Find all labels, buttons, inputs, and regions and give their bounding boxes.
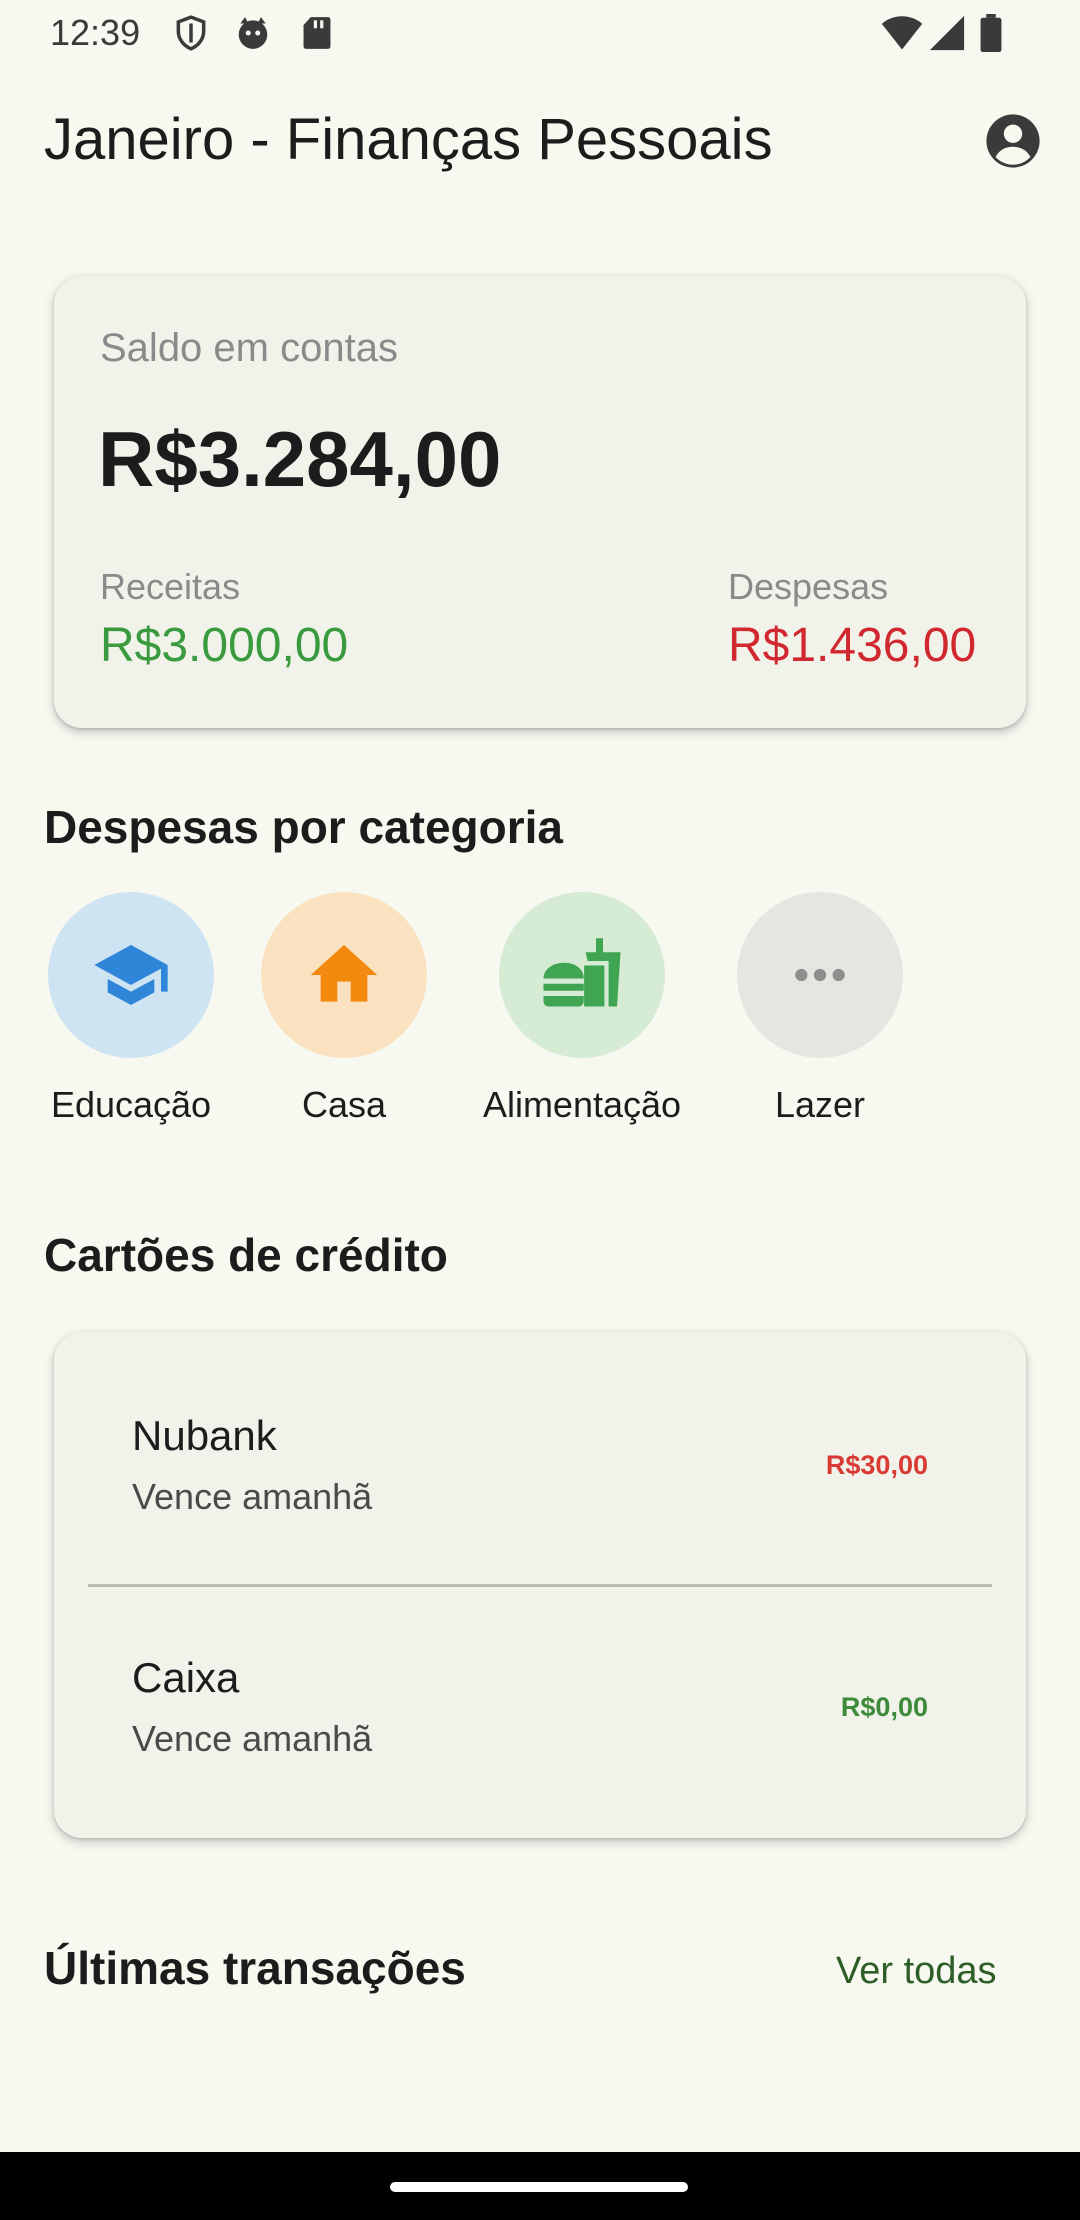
balance-label: Saldo em contas [100,326,398,370]
credit-cards-list: Nubank Vence amanhã R$30,00 Caixa Vence … [54,1332,1026,1838]
card-amount: R$30,00 [825,1450,928,1480]
category-label: Casa [301,1084,387,1125]
cat-icon [234,14,272,52]
card-due: Vence amanhã [132,1476,373,1517]
credit-card-row-caixa[interactable]: Caixa Vence amanhã R$0,00 [54,1574,1026,1816]
category-label: Educação [50,1084,212,1125]
screen: 12:39 Janeiro - Finanças Pessoais Saldo … [0,0,1080,2220]
income-value: R$3.000,00 [100,619,349,672]
categories-title: Despesas por categoria [44,801,564,853]
category-label: Alimentação [482,1084,682,1125]
credit-cards-title: Cartões de crédito [44,1229,448,1281]
account-circle-icon [986,114,1040,168]
home-gesture-handle[interactable] [390,2182,688,2192]
fastfood-icon [543,938,621,1007]
category-lazer[interactable]: Lazer [710,892,930,1142]
school-icon [94,945,168,1005]
page-title: Janeiro - Finanças Pessoais [44,107,773,172]
category-label: Lazer [774,1084,866,1125]
expense-label: Despesas [728,566,889,607]
home-icon [310,945,378,1002]
sd-card-icon [298,14,336,52]
signal-icon [928,14,966,52]
status-bar: 12:39 [0,0,1080,66]
credit-card-row-nubank[interactable]: Nubank Vence amanhã R$30,00 [54,1332,1026,1574]
card-name: Caixa [132,1654,240,1701]
status-time: 12:39 [50,12,141,53]
category-alimentacao[interactable]: Alimentação [472,892,692,1142]
battery-icon [978,14,1004,52]
wifi-icon [880,14,924,52]
category-icon-circle [48,892,214,1058]
category-icon-circle [499,892,665,1058]
category-icon-circle [261,892,427,1058]
navigation-bar [0,2152,1080,2220]
card-due: Vence amanhã [132,1718,373,1759]
balance-card: Saldo em contas R$3.284,00 Receitas R$3.… [54,276,1026,728]
transactions-title: Últimas transações [44,1942,466,1994]
expense-value: R$1.436,00 [728,619,977,672]
balance-value: R$3.284,00 [98,415,502,503]
card-amount: R$0,00 [840,1692,928,1722]
see-all-link[interactable]: Ver todas [836,1950,997,1993]
category-educacao[interactable]: Educação [21,892,241,1142]
category-casa[interactable]: Casa [234,892,454,1142]
category-icon-circle [737,892,903,1058]
card-name: Nubank [132,1412,277,1459]
shield-icon [172,14,210,52]
profile-button[interactable] [984,112,1042,170]
income-label: Receitas [100,566,241,607]
more-horiz-icon [795,968,845,982]
